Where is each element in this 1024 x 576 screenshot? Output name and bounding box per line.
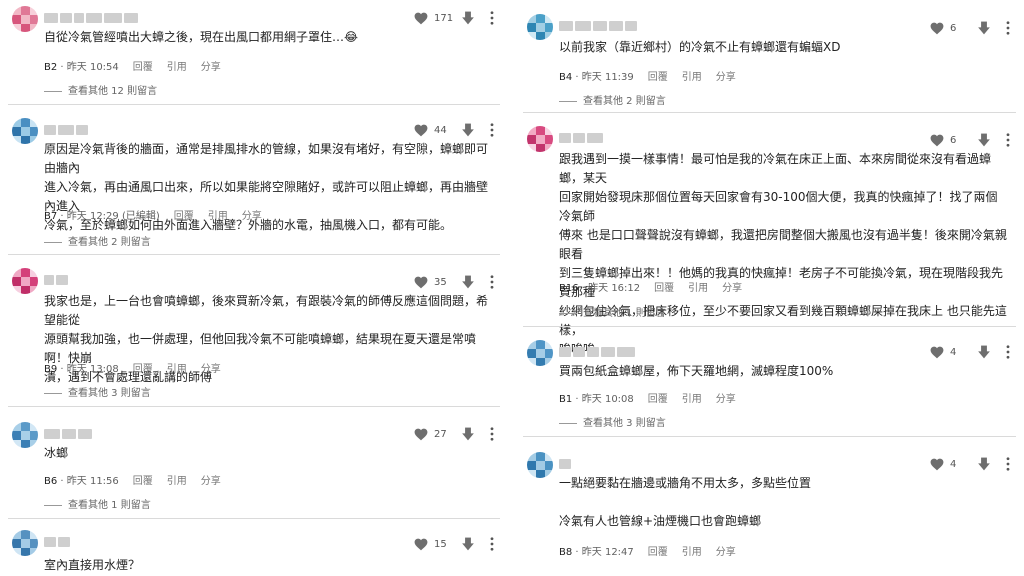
heart-icon	[930, 458, 944, 470]
more-options-button[interactable]	[1006, 457, 1010, 471]
comment-separator	[8, 518, 500, 519]
share-button[interactable]: 分享	[716, 547, 736, 558]
meta-separator: ·	[572, 547, 582, 558]
like-button[interactable]: 4	[930, 458, 972, 471]
user-avatar[interactable]	[12, 530, 38, 556]
like-count: 15	[434, 538, 447, 550]
blurred-username	[559, 454, 573, 469]
quote-button[interactable]: 引用	[682, 547, 702, 558]
thumbs-down-arrow-icon	[462, 537, 474, 551]
right-comment-column: 6 以前我家（靠近鄉村）的冷氣不止有蟑螂還有蝙蝠XD B4 · 昨天 11:39 回覆…	[515, 0, 1024, 576]
comment-card: 15 室內直接用水煙？	[0, 0, 508, 576]
reply-button[interactable]: 回覆	[648, 547, 668, 558]
blurred-username	[44, 532, 72, 547]
user-avatar[interactable]	[527, 452, 553, 478]
floor-number: B8	[559, 547, 573, 558]
comment-text: 一點絕要黏在牆邊或牆角不用太多，多點些位置 冷氣有人也管線+油煙機口也會跑蟑螂	[559, 476, 812, 528]
more-options-icon	[490, 537, 494, 551]
heart-icon	[414, 538, 428, 550]
downvote-button[interactable]	[972, 457, 1006, 471]
like-button[interactable]: 15	[414, 538, 456, 551]
comment-actions: 15	[414, 536, 494, 552]
comment-time: 昨天 12:47	[581, 547, 634, 558]
comment-card: 4 一點絕要黏在牆邊或牆角不用太多，多點些位置 冷氣有人也管線+油煙機口也會跑蟑螂…	[515, 0, 1024, 576]
left-comment-column: 171 自從冷氣管經噴出大蟑之後，現在出風口都用網子罩住…😂 B2 · 昨天 10:…	[0, 0, 508, 576]
comment-actions: 4	[930, 456, 1010, 472]
comment-text: 室內直接用水煙？	[44, 558, 141, 572]
comment-meta: B8 · 昨天 12:47 回覆 引用 分享	[559, 543, 736, 558]
comments-screenshot: 171 自從冷氣管經噴出大蟑之後，現在出風口都用網子罩住…😂 B2 · 昨天 10:…	[0, 0, 1024, 576]
thumbs-down-arrow-icon	[978, 457, 990, 471]
downvote-button[interactable]	[456, 537, 490, 551]
like-count: 4	[950, 458, 957, 470]
more-options-button[interactable]	[490, 537, 494, 551]
comment-separator	[523, 436, 1016, 437]
more-options-icon	[1006, 457, 1010, 471]
